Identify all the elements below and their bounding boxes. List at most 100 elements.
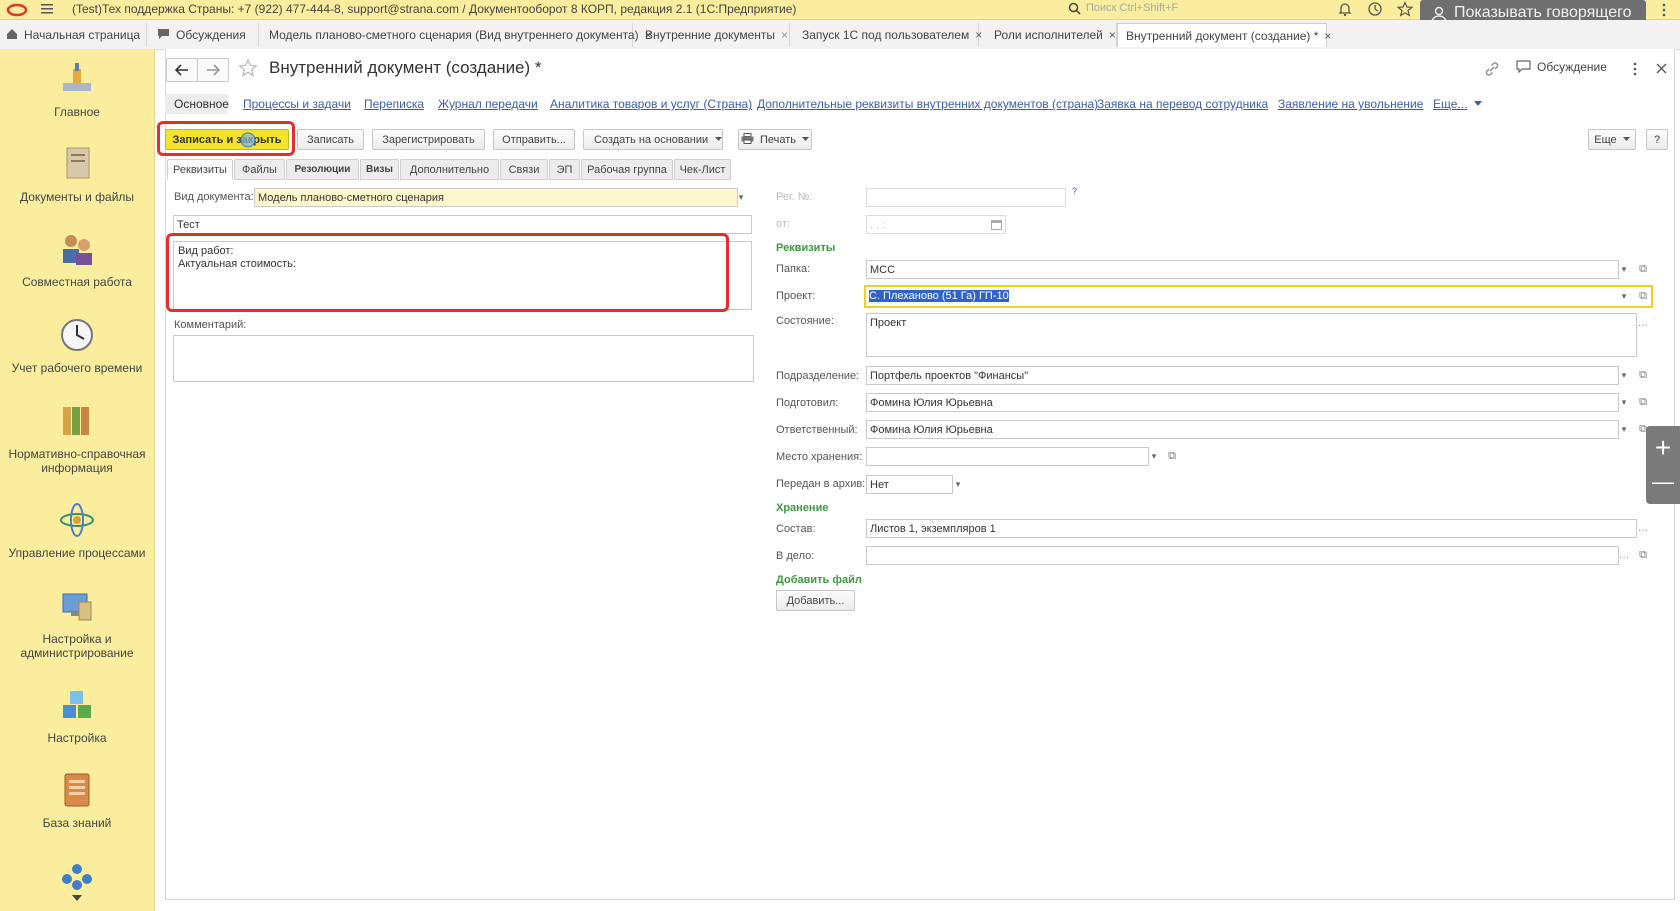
storage-place-field[interactable]: [866, 447, 1149, 466]
comment-textarea[interactable]: [173, 335, 754, 382]
forward-button[interactable]: [197, 58, 229, 82]
tab-label: Обсуждения: [176, 28, 246, 42]
dropdown-icon[interactable]: ▾: [1147, 447, 1161, 466]
sidebar-item-main[interactable]: Главное: [0, 59, 154, 119]
close-icon[interactable]: ×: [1109, 28, 1116, 42]
open-icon[interactable]: ⧉: [1165, 449, 1179, 463]
tab-label: Роли исполнителей: [994, 28, 1103, 42]
nav-link-resignation[interactable]: Заявление на увольнение: [1278, 97, 1423, 111]
tab-additional[interactable]: Дополнительно: [400, 159, 499, 180]
tab-internal-document-create[interactable]: Внутренний документ (создание) * ×: [1117, 23, 1331, 47]
add-file-button[interactable]: Добавить...: [776, 590, 855, 611]
open-icon[interactable]: ⧉: [1636, 289, 1650, 303]
sidebar-item-knowledge-base[interactable]: База знаний: [0, 770, 154, 830]
tab-files[interactable]: Файлы: [234, 159, 285, 180]
nav-link-additional-requisites[interactable]: Дополнительные реквизиты внутренних доку…: [757, 97, 1098, 111]
favorite-star-icon[interactable]: [238, 58, 258, 78]
doc-name-field[interactable]: Тест: [173, 215, 752, 234]
back-button[interactable]: [166, 58, 198, 82]
sidebar-item-collaboration[interactable]: Совместная работа: [0, 229, 154, 289]
close-icon[interactable]: ×: [781, 28, 788, 42]
nav-link-correspondence[interactable]: Переписка: [364, 97, 424, 111]
dropdown-icon[interactable]: ▾: [1617, 260, 1631, 279]
folder-field[interactable]: МСС: [866, 260, 1619, 279]
zoom-out-button[interactable]: —: [1646, 468, 1680, 496]
print-button[interactable]: Печать: [738, 129, 812, 150]
tab-visas[interactable]: Визы: [360, 159, 399, 180]
tab-links[interactable]: Связи: [500, 159, 548, 180]
menu-icon[interactable]: [40, 2, 54, 16]
dropdown-icon[interactable]: ▾: [1617, 366, 1631, 385]
tab-home[interactable]: Начальная страница: [0, 23, 147, 47]
nav-link-goods-analytics[interactable]: Аналитика товаров и услуг (Страна): [550, 97, 752, 111]
sidebar-item-more[interactable]: [0, 855, 154, 901]
tab-resolutions[interactable]: Резолюции: [286, 159, 359, 180]
nav-link-transfer-log[interactable]: Журнал передачи: [438, 97, 538, 111]
more-vertical-icon[interactable]: [1656, 2, 1672, 18]
tab-executor-roles[interactable]: Роли исполнителей ×: [979, 23, 1117, 47]
composition-field[interactable]: Листов 1, экземпляров 1: [866, 519, 1637, 538]
case-field[interactable]: [866, 546, 1619, 565]
tab-digital-signature[interactable]: ЭП: [549, 159, 580, 180]
close-icon[interactable]: [1656, 63, 1667, 74]
calendar-icon[interactable]: [991, 219, 1002, 230]
ellipsis-icon[interactable]: …: [1636, 521, 1650, 535]
sidebar-item-process-management[interactable]: Управление процессами: [0, 500, 154, 560]
arrow-left-icon: [174, 64, 188, 76]
nav-link-main[interactable]: Основное: [174, 97, 229, 111]
reg-number-help[interactable]: ?: [1072, 186, 1077, 196]
archive-field[interactable]: Нет: [866, 475, 953, 494]
close-icon[interactable]: ×: [1324, 29, 1331, 43]
responsible-field[interactable]: Фомина Юлия Юрьевна: [866, 420, 1619, 439]
open-icon[interactable]: ⧉: [1636, 368, 1650, 382]
save-button[interactable]: Записать: [297, 129, 364, 150]
tab-internal-documents[interactable]: Внутренние документы ×: [633, 23, 790, 47]
sidebar-item-time-tracking[interactable]: Учет рабочего времени: [0, 315, 154, 375]
prepared-field[interactable]: Фомина Юлия Юрьевна: [866, 393, 1619, 412]
history-icon[interactable]: [1367, 1, 1383, 17]
sidebar-item-reference-info[interactable]: Нормативно-справочная информация: [0, 401, 154, 475]
more-vertical-icon[interactable]: [1630, 61, 1640, 77]
project-field[interactable]: С. Плеханово (51 Га) ГП-10: [864, 285, 1653, 308]
dropdown-icon[interactable]: ▾: [1617, 393, 1631, 412]
discussion-button[interactable]: Обсуждение: [1516, 60, 1607, 74]
more-button[interactable]: Еще: [1588, 129, 1636, 150]
send-button[interactable]: Отправить...: [493, 129, 575, 150]
tab-scenario-model[interactable]: Модель планово-сметного сценария (Вид вн…: [259, 23, 652, 47]
tab-run-as-user[interactable]: Запуск 1С под пользователем ×: [790, 23, 982, 47]
nav-link-processes[interactable]: Процессы и задачи: [243, 97, 351, 111]
link-icon[interactable]: [1484, 61, 1500, 77]
help-button[interactable]: ?: [1646, 129, 1668, 150]
bell-icon[interactable]: [1337, 1, 1353, 17]
state-field[interactable]: Проект: [866, 313, 1637, 357]
dropdown-icon[interactable]: ▾: [1617, 420, 1631, 439]
dropdown-icon[interactable]: ▾: [734, 188, 748, 207]
doc-type-field[interactable]: Модель планово-сметного сценария: [254, 188, 738, 207]
open-icon[interactable]: ⧉: [1636, 548, 1650, 562]
tab-checklist[interactable]: Чек-Лист: [674, 159, 731, 180]
tab-label: Начальная страница: [24, 28, 141, 42]
sidebar-item-administration[interactable]: Настройка и администрирование: [0, 586, 154, 660]
tab-requisites[interactable]: Реквизиты: [167, 159, 233, 180]
nav-link-transfer-request[interactable]: Заявка на перевод сотрудника: [1097, 97, 1268, 111]
date-field[interactable]: . . :: [866, 215, 1006, 234]
create-based-on-button[interactable]: Создать на основании: [583, 129, 723, 150]
dropdown-icon[interactable]: ▾: [1617, 287, 1631, 306]
zoom-in-button[interactable]: +: [1646, 434, 1680, 462]
open-icon[interactable]: ⧉: [1636, 395, 1650, 409]
sidebar-item-documents[interactable]: Документы и файлы: [0, 144, 154, 204]
tab-work-group[interactable]: Рабочая группа: [581, 159, 673, 180]
open-icon[interactable]: ⧉: [1636, 262, 1650, 276]
reg-number-label: Рег. №:: [776, 191, 813, 203]
register-button[interactable]: Зарегистрировать: [372, 129, 485, 150]
nav-link-more[interactable]: Еще...: [1433, 97, 1467, 111]
global-search[interactable]: Поиск Ctrl+Shift+F: [1066, 1, 1326, 17]
department-field[interactable]: Портфель проектов "Финансы": [866, 366, 1619, 385]
sidebar-item-settings[interactable]: Настройка: [0, 685, 154, 745]
reg-number-field[interactable]: [866, 188, 1066, 207]
tab-discussions[interactable]: Обсуждения: [147, 23, 259, 47]
ellipsis-icon[interactable]: …: [1636, 316, 1650, 330]
ellipsis-icon[interactable]: …: [1617, 548, 1631, 562]
favorites-star-icon[interactable]: [1397, 1, 1413, 17]
dropdown-icon[interactable]: ▾: [951, 475, 965, 494]
